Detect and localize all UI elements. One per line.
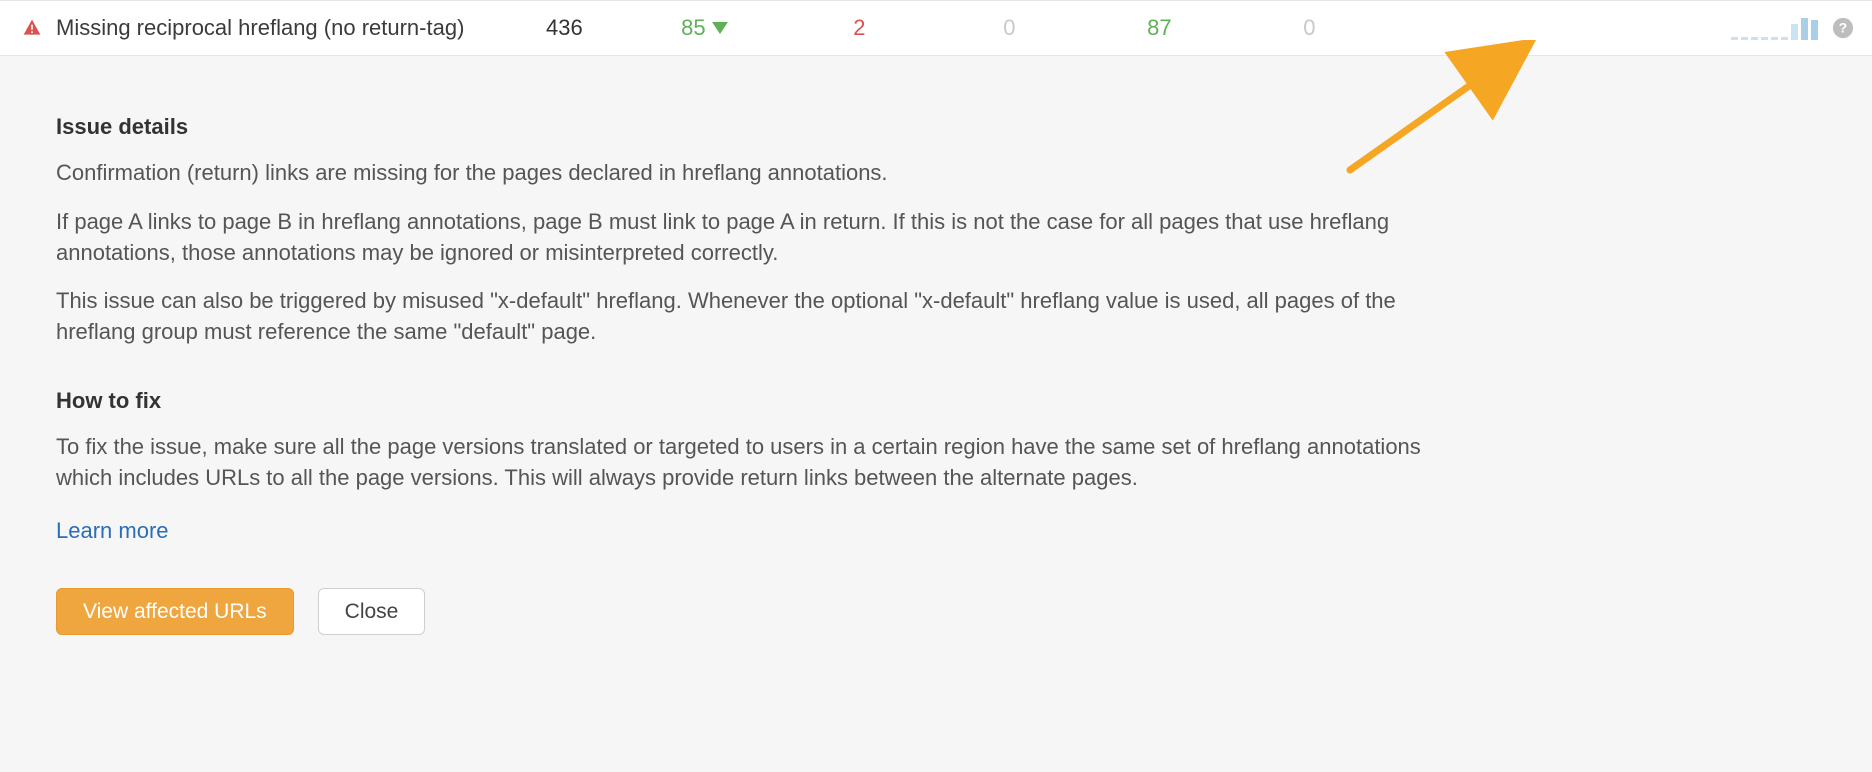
metric-count: 436 xyxy=(504,15,624,41)
issue-details-panel: Issue details Confirmation (return) link… xyxy=(0,56,1530,755)
issue-row[interactable]: Missing reciprocal hreflang (no return-t… xyxy=(0,0,1872,56)
metric-zero-2: 0 xyxy=(1234,15,1384,41)
metric-zero-1: 0 xyxy=(934,15,1084,41)
issue-title: Missing reciprocal hreflang (no return-t… xyxy=(56,15,464,41)
metric-red: 2 xyxy=(784,15,934,41)
metric-trend-down-value: 85 xyxy=(681,15,705,41)
help-icon[interactable]: ? xyxy=(1832,17,1854,39)
close-button[interactable]: Close xyxy=(318,588,426,635)
howto-heading: How to fix xyxy=(56,388,1530,414)
issue-details-p2: If page A links to page B in hreflang an… xyxy=(56,207,1456,269)
howto-text: To fix the issue, make sure all the page… xyxy=(56,432,1456,494)
issue-details-heading: Issue details xyxy=(56,114,1530,140)
metric-trend-down: 85 xyxy=(624,15,784,41)
svg-text:?: ? xyxy=(1839,21,1847,36)
issue-details-p1: Confirmation (return) links are missing … xyxy=(56,158,1456,189)
warning-icon xyxy=(22,18,42,38)
metric-green-2: 87 xyxy=(1084,15,1234,41)
caret-down-icon xyxy=(712,22,728,34)
sparkline-chart[interactable] xyxy=(1731,16,1818,40)
issue-details-p3: This issue can also be triggered by misu… xyxy=(56,286,1456,348)
learn-more-link[interactable]: Learn more xyxy=(56,518,169,544)
view-affected-urls-button[interactable]: View affected URLs xyxy=(56,588,294,635)
issue-metrics: 436 85 2 0 87 0 xyxy=(504,15,1384,41)
